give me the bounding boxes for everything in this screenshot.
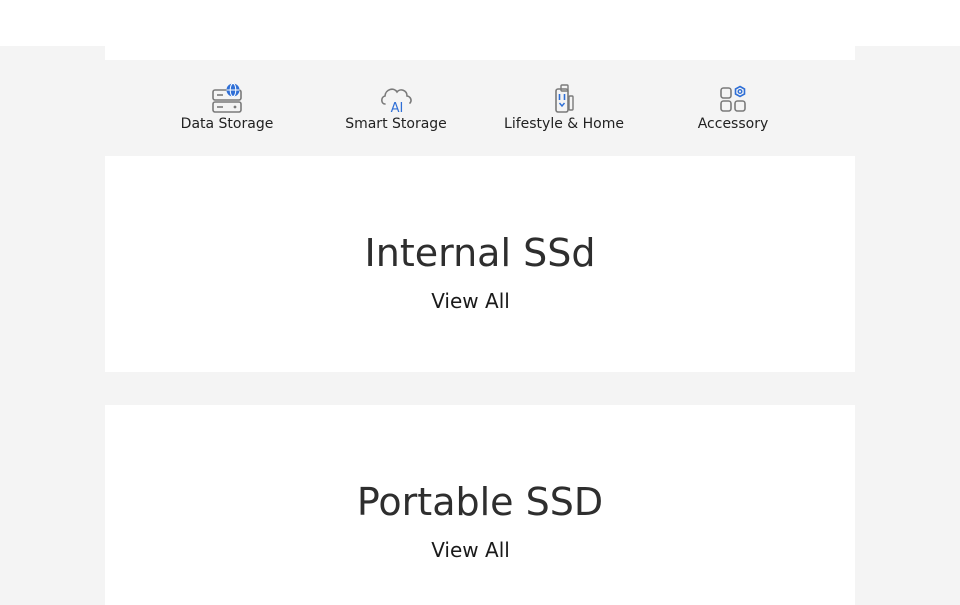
header-bar (0, 0, 960, 46)
category-accessory[interactable]: Accessory (653, 82, 813, 132)
section-card-portable-ssd: Portable SSD View All (105, 405, 855, 605)
svg-text:AI: AI (391, 101, 404, 116)
phone-drive-icon (555, 84, 574, 113)
category-lifestyle-home[interactable]: Lifestyle & Home (484, 82, 644, 132)
category-label: Lifestyle & Home (504, 116, 624, 132)
view-all-link[interactable]: View All (105, 538, 855, 562)
category-smart-storage[interactable]: AI Smart Storage (316, 82, 476, 132)
category-label: Data Storage (180, 116, 274, 132)
category-nav: Data Storage AI Smart Storage Lifestyle … (0, 60, 960, 156)
server-globe-icon (212, 83, 242, 113)
section-title: Portable SSD (356, 480, 604, 524)
category-data-storage[interactable]: Data Storage (147, 82, 307, 132)
category-label: Smart Storage (345, 116, 447, 132)
view-all-link[interactable]: View All (105, 289, 855, 313)
category-label: Accessory (697, 116, 769, 132)
grid-gear-icon (720, 85, 746, 112)
header-card-bottom (105, 46, 855, 60)
section-title: Internal SSd (364, 231, 596, 275)
cloud-ai-icon: AI (381, 88, 412, 116)
section-card-internal-ssd: Internal SSd View All (105, 156, 855, 372)
